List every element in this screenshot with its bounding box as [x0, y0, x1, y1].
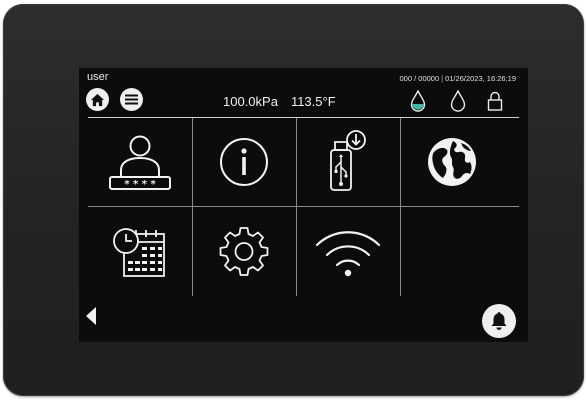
tile-language[interactable]	[400, 118, 504, 205]
menu-grid: * * * *	[88, 118, 519, 296]
device-bezel: user 000 / 00000 | 01/26/2023, 16:26:19 10…	[3, 4, 584, 396]
tile-usb-export[interactable]	[296, 118, 400, 205]
menu-icon	[125, 94, 138, 105]
tile-schedule[interactable]	[88, 208, 192, 295]
user-label: user	[87, 71, 109, 83]
water-drop-icon[interactable]	[450, 90, 466, 112]
water-drop-filled-icon[interactable]	[410, 90, 426, 112]
sensor-readings: 100.0kPa 113.5°F	[223, 94, 336, 109]
usb-download-icon	[330, 129, 366, 191]
tile-settings[interactable]	[192, 208, 296, 295]
home-button[interactable]	[86, 88, 109, 111]
menu-button[interactable]	[120, 88, 143, 111]
tile-wifi[interactable]	[296, 208, 400, 295]
user-password-icon: * * * *	[109, 135, 171, 190]
back-arrow-icon[interactable]	[84, 306, 98, 326]
grid-divider	[88, 206, 519, 207]
pressure-reading: 100.0kPa	[223, 94, 278, 109]
globe-icon	[428, 137, 476, 186]
tile-empty	[400, 208, 504, 295]
lock-icon[interactable]	[487, 90, 503, 112]
tile-user-login[interactable]: * * * *	[88, 118, 192, 205]
svg-text:* * * *: * * * *	[124, 179, 156, 190]
status-separator: |	[441, 74, 444, 83]
gear-icon	[219, 226, 269, 276]
bell-icon	[491, 312, 507, 330]
alarm-button[interactable]	[482, 304, 516, 338]
info-icon	[220, 137, 268, 186]
touch-screen: user 000 / 00000 | 01/26/2023, 16:26:19 10…	[79, 68, 528, 342]
home-icon	[90, 93, 105, 106]
calendar-clock-icon	[113, 227, 165, 277]
date-time: 01/26/2023, 16:26:19	[445, 74, 516, 83]
record-counter: 000 / 00000	[399, 74, 440, 83]
tile-information[interactable]	[192, 118, 296, 205]
wifi-icon	[315, 230, 381, 276]
status-bar: 000 / 00000 | 01/26/2023, 16:26:19	[400, 74, 516, 83]
temperature-reading: 113.5°F	[290, 94, 336, 109]
